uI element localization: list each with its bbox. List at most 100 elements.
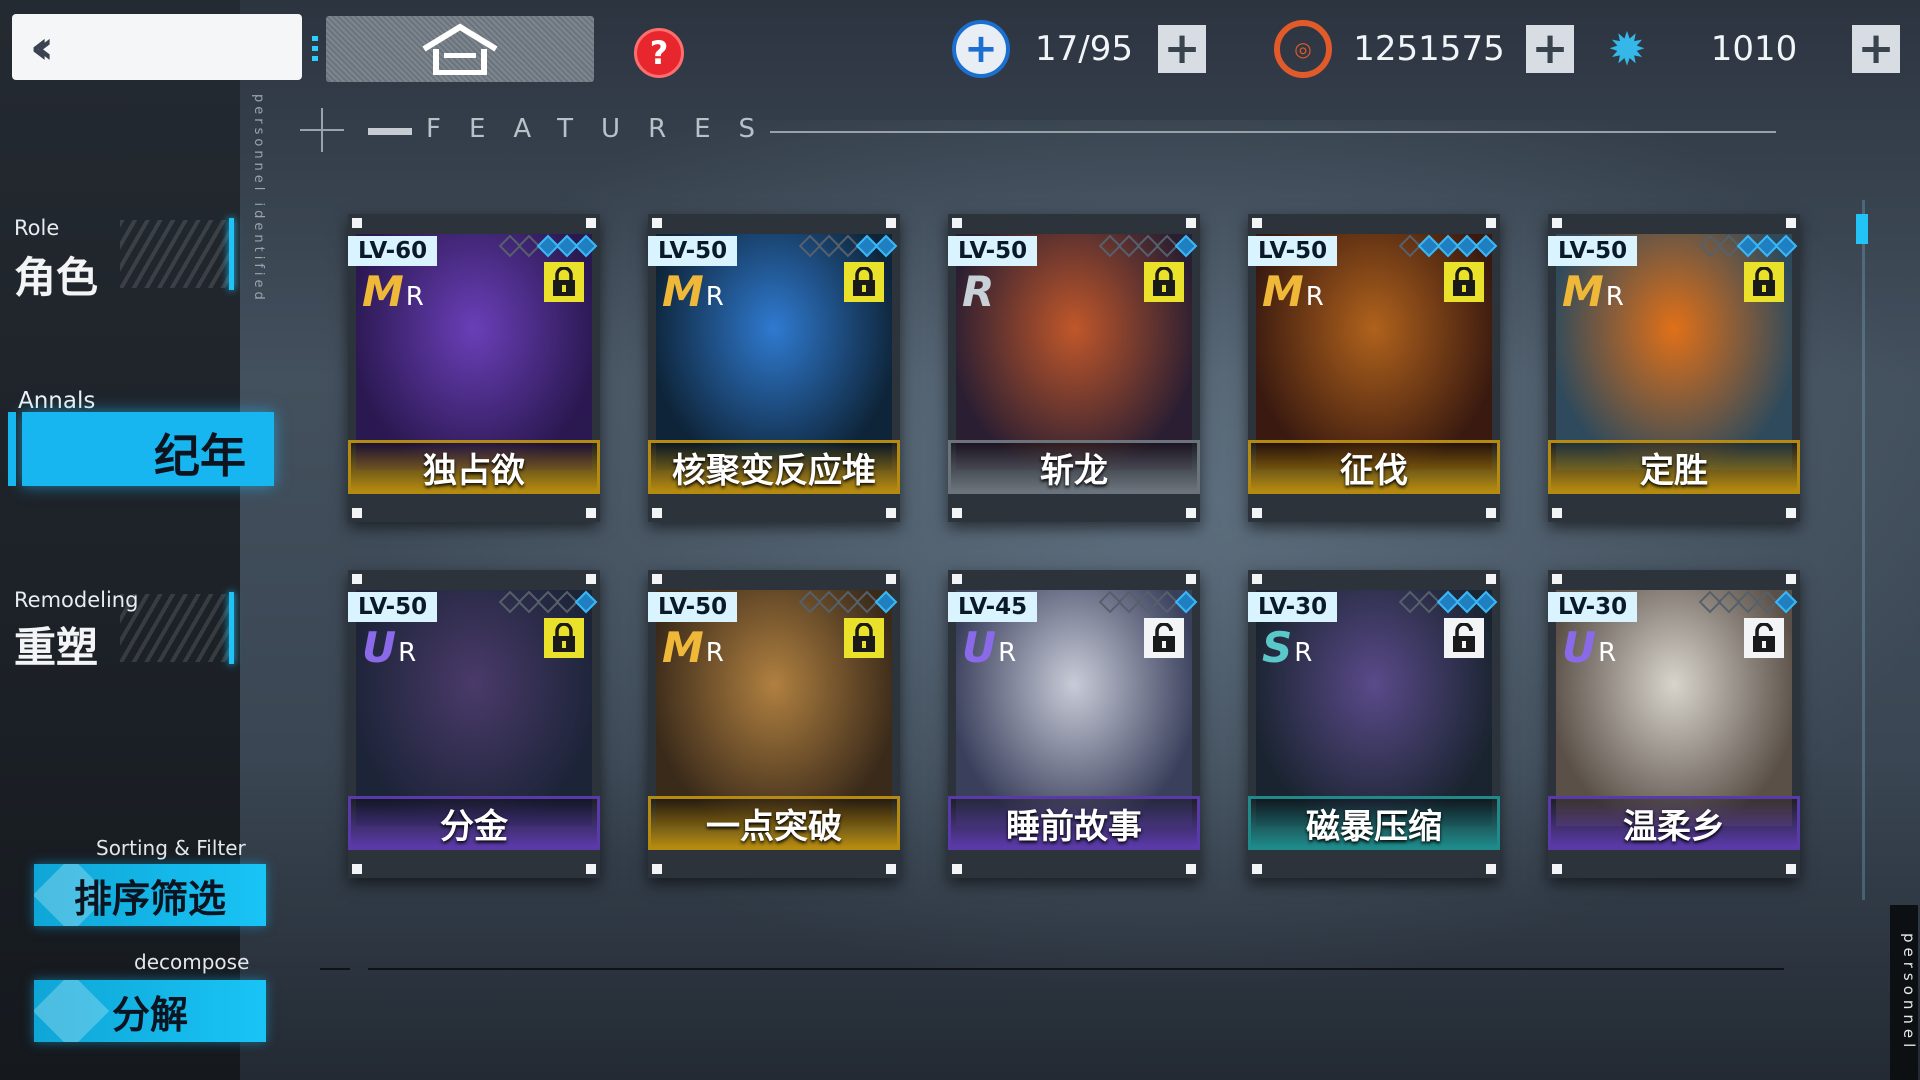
- rarity-letter: U: [962, 623, 997, 672]
- unlock-icon[interactable]: [1444, 618, 1484, 658]
- nav-annals-selected: 纪年: [22, 412, 274, 486]
- nav-annals-edge: [8, 412, 16, 486]
- rarity-badge: MR: [362, 268, 424, 313]
- feature-card[interactable]: LV-50 M R 征伐: [1248, 214, 1500, 522]
- coin-value: 1251575: [1353, 29, 1505, 69]
- nav-remodeling-cn: 重塑: [14, 623, 99, 672]
- nav-indicator: [229, 592, 234, 664]
- add-stamina-button[interactable]: +: [1158, 25, 1206, 73]
- rarity-sub: R: [1605, 282, 1624, 312]
- rarity-letter: R: [962, 267, 995, 316]
- nav-role-en: Role: [14, 216, 60, 240]
- card-corner: [352, 574, 362, 584]
- card-corner: [652, 574, 662, 584]
- card-corner: [652, 218, 662, 228]
- sort-filter-caption: Sorting & Filter: [96, 836, 246, 860]
- lock-icon[interactable]: [1144, 262, 1184, 302]
- nav-hatch: [120, 220, 230, 288]
- star-icon: [1774, 590, 1798, 614]
- lock-icon[interactable]: [844, 618, 884, 658]
- card-star-rating: [1698, 234, 1798, 258]
- add-crystal-button[interactable]: +: [1852, 25, 1900, 73]
- feature-card[interactable]: LV-30 U R 温柔乡: [1548, 570, 1800, 878]
- scrollbar-thumb[interactable]: [1856, 214, 1868, 244]
- card-corner: [1186, 864, 1196, 874]
- unlock-icon[interactable]: [1744, 618, 1784, 658]
- feature-card[interactable]: LV-30 S R 磁暴压缩: [1248, 570, 1500, 878]
- home-button[interactable]: [326, 16, 594, 82]
- help-button[interactable]: ?: [634, 28, 684, 78]
- card-corner: [352, 508, 362, 518]
- bottom-line-left: [320, 968, 350, 970]
- rarity-sub: R: [398, 638, 417, 668]
- star-icon: [874, 234, 898, 258]
- card-level: LV-50: [348, 592, 438, 622]
- card-corner: [1486, 574, 1496, 584]
- card-corner: [1252, 864, 1262, 874]
- back-button[interactable]: ‹‹: [12, 14, 302, 80]
- feature-card[interactable]: LV-50 R 斩龙: [948, 214, 1200, 522]
- card-level: LV-50: [1548, 236, 1638, 266]
- star-icon: [1474, 590, 1498, 614]
- rarity-sub: R: [998, 638, 1017, 668]
- feature-card[interactable]: LV-50 M R 一点突破: [648, 570, 900, 878]
- decompose-label: 分解: [111, 992, 188, 1037]
- gear-coin-icon: ◎: [1274, 20, 1332, 78]
- star-icon: [1174, 234, 1198, 258]
- star-icon: [574, 590, 598, 614]
- rarity-badge: MR: [662, 268, 724, 313]
- card-corner: [1786, 508, 1796, 518]
- card-name: 睡前故事: [948, 796, 1200, 850]
- card-level: LV-50: [1248, 236, 1338, 266]
- add-coin-button[interactable]: +: [1526, 25, 1574, 73]
- nav-role-cn: 角色: [14, 253, 99, 302]
- feature-card[interactable]: LV-50 M R 核聚变反应堆: [648, 214, 900, 522]
- unlock-icon[interactable]: [1144, 618, 1184, 658]
- lock-icon[interactable]: [1744, 262, 1784, 302]
- card-name: 分金: [348, 796, 600, 850]
- feature-card[interactable]: LV-45 U R 睡前故事: [948, 570, 1200, 878]
- lock-icon[interactable]: [544, 262, 584, 302]
- card-level: LV-50: [948, 236, 1038, 266]
- rarity-badge: UR: [962, 623, 1020, 672]
- card-corner: [952, 574, 962, 584]
- double-chevron-left-icon: ‹‹: [30, 20, 54, 74]
- rarity-sub: R: [705, 282, 724, 312]
- feature-card[interactable]: LV-50 U R 分金: [348, 570, 600, 878]
- card-star-rating: [798, 234, 898, 258]
- card-corner: [586, 508, 596, 518]
- lock-icon[interactable]: [844, 262, 884, 302]
- card-star-rating: [498, 590, 598, 614]
- card-level: LV-50: [648, 592, 738, 622]
- rarity-badge: MR: [662, 624, 724, 669]
- crystal-star-icon: ✹: [1607, 22, 1647, 76]
- decompose-button[interactable]: 分解: [34, 980, 266, 1042]
- resource-coin: ◎ 1251575 +: [1274, 20, 1574, 78]
- lock-icon[interactable]: [1444, 262, 1484, 302]
- lock-icon[interactable]: [544, 618, 584, 658]
- rarity-letter: U: [1562, 623, 1597, 672]
- card-corner: [1552, 508, 1562, 518]
- rarity-badge: MR: [1262, 268, 1324, 313]
- card-corner: [1252, 218, 1262, 228]
- bottom-line: [368, 968, 1784, 970]
- card-star-rating: [1098, 234, 1198, 258]
- features-title: FEATURES: [426, 114, 784, 144]
- sort-filter-button[interactable]: 排序筛选: [34, 864, 266, 926]
- card-level: LV-30: [1248, 592, 1338, 622]
- card-corner: [352, 218, 362, 228]
- card-star-rating: [1398, 590, 1498, 614]
- nav-annals-en: Annals: [18, 388, 96, 414]
- card-name: 斩龙: [948, 440, 1200, 494]
- scrollbar-track[interactable]: [1862, 200, 1865, 900]
- feature-card[interactable]: LV-50 M R 定胜: [1548, 214, 1800, 522]
- card-corner: [1552, 574, 1562, 584]
- rarity-badge: SR: [1262, 624, 1320, 669]
- header-line: [770, 131, 1776, 133]
- feature-card[interactable]: LV-60 M R 独占欲: [348, 214, 600, 522]
- card-name: 核聚变反应堆: [648, 440, 900, 494]
- stamina-value: 17/95: [1035, 29, 1133, 69]
- card-corner: [1786, 574, 1796, 584]
- home-icon: [422, 23, 498, 75]
- nav-indicator: [229, 218, 234, 290]
